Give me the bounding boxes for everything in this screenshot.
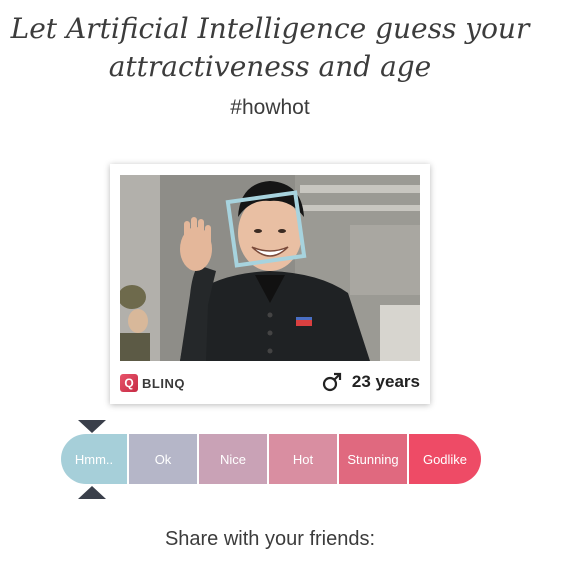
rating-option-hmm[interactable]: Hmm.. <box>61 434 129 484</box>
brand-name: BLINQ <box>142 375 185 391</box>
headline-line-1: Let Artificial Intelligence guess your <box>10 12 530 45</box>
rating-pointer-top <box>78 420 106 433</box>
age-text: 23 years <box>351 372 420 391</box>
rating-option-nice[interactable]: Nice <box>199 434 269 484</box>
hashtag: #howhot <box>230 96 310 119</box>
blinq-logo-icon: Q <box>120 374 138 392</box>
rating-option-hot[interactable]: Hot <box>269 434 339 484</box>
age-estimate: 23 years <box>322 372 420 392</box>
rating-option-godlike[interactable]: Godlike <box>409 434 481 484</box>
share-label: Share with your friends: <box>164 528 376 550</box>
rating-pointer-bottom <box>78 486 106 499</box>
card-footer: Q BLINQ 23 years <box>120 367 420 401</box>
analyzed-photo <box>120 175 420 361</box>
male-symbol-icon <box>322 372 342 392</box>
result-card: Q BLINQ 23 years <box>110 164 430 404</box>
rating-option-stunning[interactable]: Stunning <box>339 434 409 484</box>
headline: Let Artificial Intelligence guess your a… <box>0 10 540 86</box>
rating-option-ok[interactable]: Ok <box>129 434 199 484</box>
headline-line-2: attractiveness and age <box>108 50 432 83</box>
attractiveness-meter: Hmm.. Ok Nice Hot Stunning Godlike <box>61 434 481 484</box>
brand[interactable]: Q BLINQ <box>120 374 185 392</box>
